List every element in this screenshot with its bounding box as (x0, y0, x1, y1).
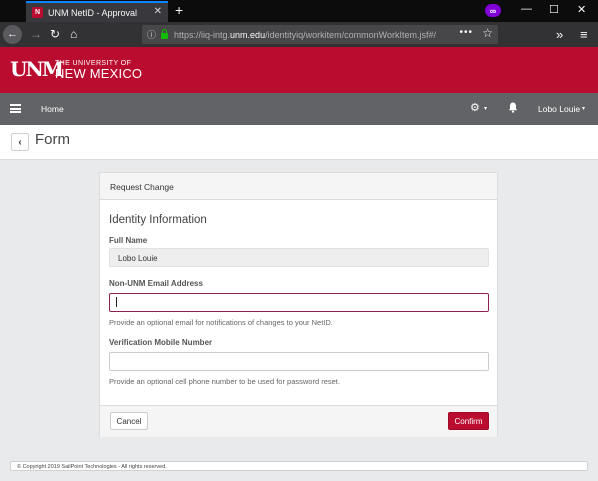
window-close-icon[interactable]: ✕ (577, 3, 586, 16)
mobile-help-text: Provide an optional cell phone number to… (109, 377, 340, 386)
home-link[interactable]: Home (41, 104, 64, 114)
page-title: Form (35, 131, 70, 148)
mobile-label: Verification Mobile Number (109, 338, 213, 347)
back-arrow-icon[interactable]: ← (3, 25, 22, 44)
forward-arrow-icon[interactable]: → (30, 22, 42, 47)
chevron-down-icon[interactable]: ▾ (484, 105, 487, 112)
brand-header: UNM THE UNIVERSITY OF NEW MEXICO (0, 47, 598, 93)
email-label: Non-UNM Email Address (109, 279, 203, 288)
cancel-button[interactable]: Cancel (110, 412, 148, 430)
page-bottom (0, 474, 598, 481)
page-actions-icon[interactable]: ••• (459, 27, 473, 38)
email-help-text: Provide an optional email for notificati… (109, 318, 333, 327)
bookmark-star-icon[interactable]: ☆ (482, 26, 493, 40)
hamburger-line (10, 111, 21, 113)
gear-icon[interactable]: ⚙ (470, 101, 480, 114)
browser-menu-icon[interactable]: ≡ (580, 22, 588, 47)
email-field[interactable] (109, 293, 489, 312)
hamburger-line (10, 107, 21, 110)
reload-icon[interactable]: ↻ (50, 22, 60, 47)
copyright-footer: © Copyright 2019 SailPoint Technologies … (10, 461, 588, 471)
logo-new-mexico: NEW MEXICO (55, 66, 143, 81)
new-tab-icon[interactable]: + (175, 2, 183, 18)
overflow-icon[interactable]: » (556, 22, 563, 47)
home-icon[interactable]: ⌂ (70, 22, 77, 47)
url-prefix: https://iiq-intg. (174, 29, 231, 40)
private-browsing-icon: ∞ (485, 4, 501, 17)
lock-icon (161, 28, 169, 39)
minimize-icon[interactable]: — (521, 3, 532, 15)
hamburger-menu-icon[interactable] (10, 104, 21, 113)
hamburger-line (10, 104, 21, 106)
info-icon[interactable]: ⓘ (147, 28, 156, 41)
tab-close-icon[interactable]: ✕ (154, 6, 162, 17)
chevron-down-icon[interactable]: ▾ (582, 105, 585, 112)
browser-tab-bar: N UNM NetID - Approval ✕ + ∞ — ☐ ✕ (0, 0, 598, 22)
mobile-number-field[interactable] (109, 352, 489, 371)
url-text[interactable]: https://iiq-intg.unm.edu/identityiq/work… (174, 30, 454, 40)
browser-tab[interactable]: N UNM NetID - Approval ✕ (26, 1, 168, 22)
bell-icon[interactable] (508, 102, 518, 113)
user-menu[interactable]: Lobo Louie (538, 104, 580, 114)
full-name-field: Lobo Louie (109, 248, 489, 267)
unm-favicon-icon: N (32, 7, 43, 18)
maximize-icon[interactable]: ☐ (549, 3, 559, 16)
full-name-label: Full Name (109, 236, 148, 245)
tab-title: UNM NetID - Approval (48, 7, 138, 18)
card-header: Request Change (100, 173, 497, 200)
url-path: /identityiq/workitem/commonWorkItem.jsf#… (265, 29, 436, 40)
page-title-bar (0, 125, 598, 160)
url-bar[interactable]: ⓘ https://iiq-intg.unm.edu/identityiq/wo… (142, 25, 498, 44)
confirm-button[interactable]: Confirm (448, 412, 489, 430)
card-title: Request Change (110, 182, 174, 192)
text-cursor (116, 297, 117, 307)
url-domain: unm.edu (230, 29, 266, 40)
section-title: Identity Information (109, 214, 207, 226)
card-footer (100, 405, 497, 437)
browser-nav-bar: ← → ↻ ⌂ ⓘ https://iiq-intg.unm.edu/ident… (0, 22, 598, 47)
back-button[interactable]: ‹ (11, 133, 29, 151)
